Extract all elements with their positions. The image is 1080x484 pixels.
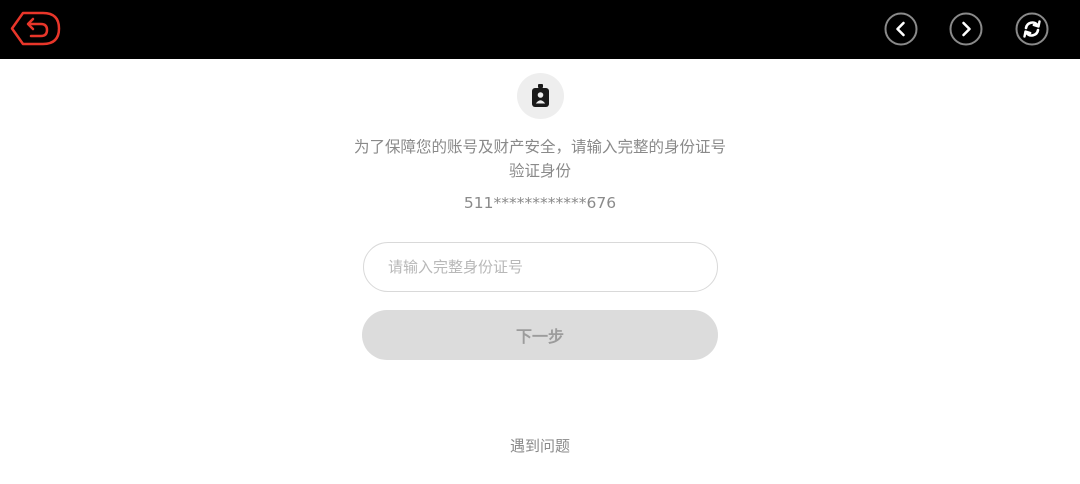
chevron-right-icon [949, 12, 983, 46]
refresh-button[interactable] [1015, 12, 1049, 46]
id-badge [517, 73, 564, 119]
next-page-button[interactable] [949, 12, 983, 46]
verify-identity-panel: 为了保障您的账号及财产安全，请输入完整的身份证号验证身份 511********… [0, 59, 1080, 484]
refresh-icon [1015, 12, 1049, 46]
verification-message: 为了保障您的账号及财产安全，请输入完整的身份证号验证身份 [353, 138, 726, 180]
id-card-icon [532, 84, 549, 107]
problem-link[interactable]: 遇到问题 [480, 435, 600, 457]
next-step-button[interactable]: 下一步 [362, 310, 718, 360]
top-bar [0, 0, 1080, 59]
masked-id-number: 511************676 [463, 194, 617, 212]
prev-page-button[interactable] [884, 12, 918, 46]
back-button[interactable] [9, 11, 62, 46]
chevron-left-icon [884, 12, 918, 46]
back-arrow-icon [10, 11, 61, 46]
id-number-input[interactable] [363, 242, 718, 292]
